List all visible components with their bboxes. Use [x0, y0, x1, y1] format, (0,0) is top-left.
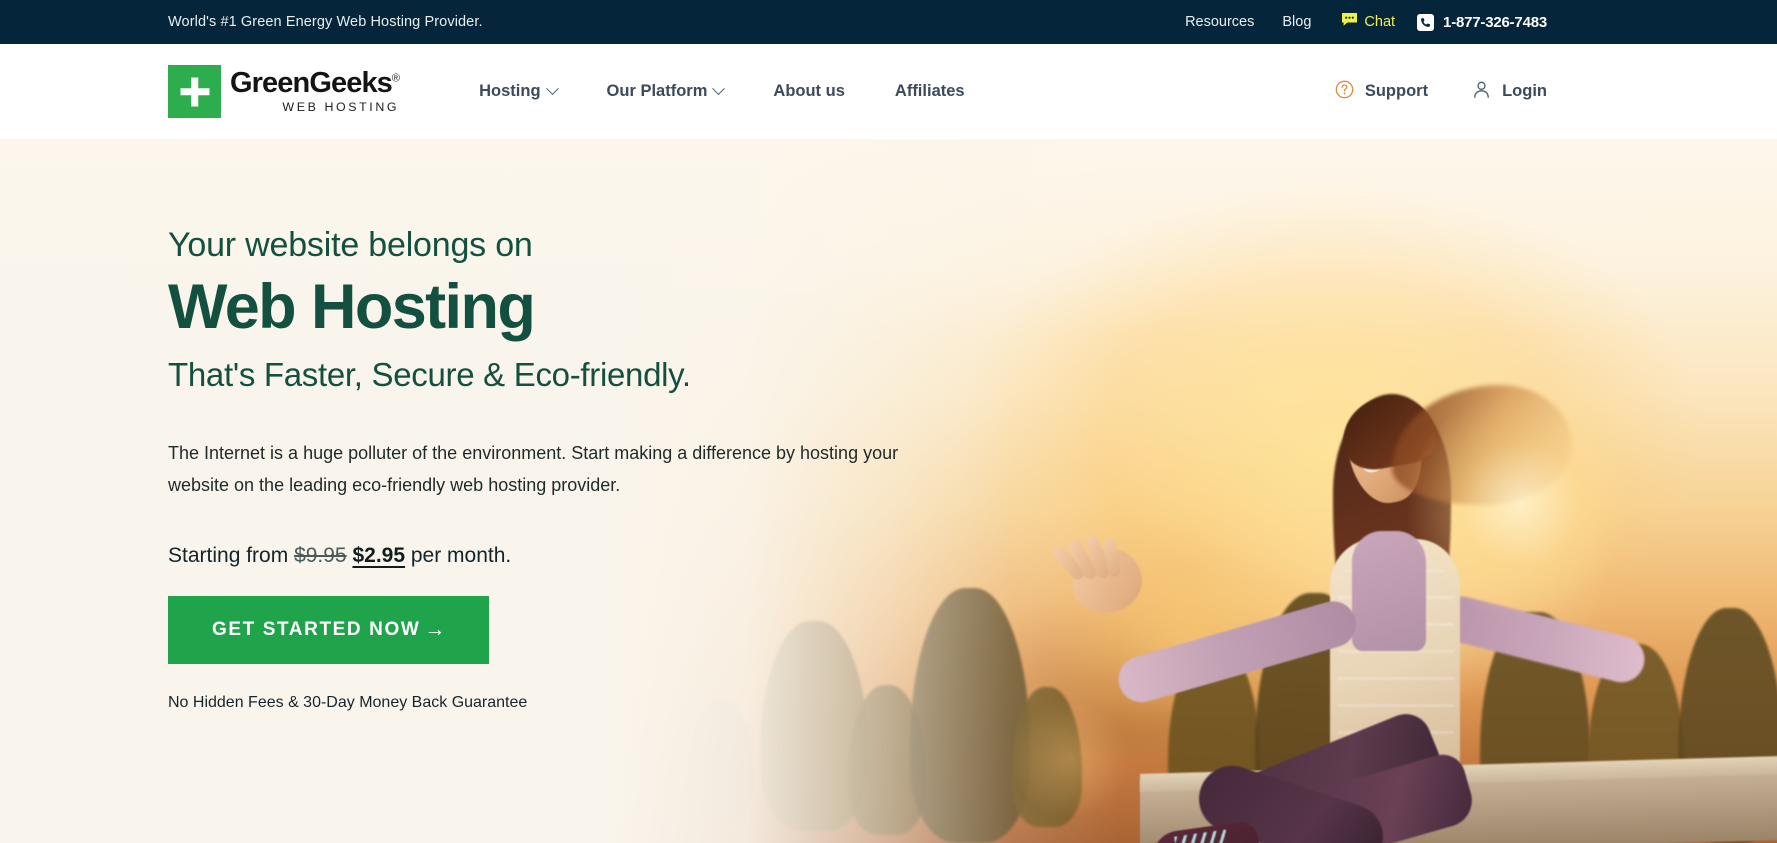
primary-nav: Hosting Our Platform About us Affiliates [454, 82, 989, 101]
topbar-link-resources[interactable]: Resources [1171, 14, 1268, 30]
nav-item-hosting[interactable]: Hosting [454, 82, 581, 101]
old-price: $9.95 [294, 543, 347, 567]
phone-icon [1417, 13, 1435, 31]
logo-word-geeks: Geeks [309, 67, 392, 100]
nav-item-about-us[interactable]: About us [748, 82, 870, 101]
page-title: Web Hosting [168, 272, 536, 343]
navbar-right: Support Login [1313, 80, 1547, 104]
hero-eyebrow: Your website belongs on [168, 226, 533, 264]
green-plus-icon [168, 65, 221, 118]
hero-copy: Your website belongs on Web Hosting That… [168, 226, 988, 712]
chat-link[interactable]: Chat [1325, 12, 1405, 32]
topbar-inner: World's #1 Green Energy Web Hosting Prov… [0, 12, 1777, 32]
pricing-prefix: Starting from [168, 543, 289, 567]
nav-label-about-us: About us [773, 82, 845, 100]
chat-bubble-icon [1341, 12, 1358, 32]
user-icon [1472, 80, 1491, 104]
topbar-tagline: World's #1 Green Energy Web Hosting Prov… [168, 14, 483, 30]
nav-item-our-platform[interactable]: Our Platform [582, 82, 749, 101]
chat-label: Chat [1364, 14, 1396, 30]
login-label: Login [1502, 82, 1547, 100]
topbar-right-links: Resources Blog Chat 1-877-326-7483 [1171, 12, 1547, 32]
pricing-suffix: per month. [410, 543, 512, 567]
hero-description: The Internet is a huge polluter of the e… [168, 442, 899, 495]
phone-number: 1-877-326-7483 [1443, 13, 1547, 31]
nav-label-affiliates: Affiliates [894, 82, 965, 100]
chevron-down-icon [545, 82, 559, 96]
new-price: $2.95 [352, 543, 406, 567]
hero-section: Your website belongs on Web Hosting That… [0, 139, 1777, 843]
nav-label-our-platform: Our Platform [606, 82, 708, 100]
main-navbar: GreenGeeks® WEB HOSTING Hosting Our Plat… [0, 44, 1777, 139]
logo-word-green: Green [230, 67, 310, 100]
logo-text: GreenGeeks® WEB HOSTING [230, 67, 400, 115]
navbar-left: GreenGeeks® WEB HOSTING Hosting Our Plat… [168, 65, 1313, 118]
topbar-link-blog[interactable]: Blog [1268, 14, 1325, 30]
logo-wordmark: GreenGeeks® [230, 67, 400, 100]
nav-label-hosting: Hosting [479, 82, 541, 100]
question-circle-icon [1335, 80, 1354, 104]
get-started-button[interactable]: GET STARTED NOW → [168, 595, 489, 664]
site-logo[interactable]: GreenGeeks® WEB HOSTING [168, 65, 400, 118]
support-link[interactable]: Support [1313, 80, 1450, 104]
chevron-down-icon [712, 82, 726, 96]
arrow-right-icon: → [424, 617, 447, 641]
hero-pricing: Starting from $9.95 $2.95 per month. [168, 544, 988, 568]
login-link[interactable]: Login [1450, 80, 1547, 104]
hero-subhead: That's Faster, Secure & Eco-friendly. [168, 355, 691, 393]
guarantee-text: No Hidden Fees & 30-Day Money Back Guara… [168, 693, 528, 711]
logo-subtitle: WEB HOSTING [282, 100, 400, 115]
cta-label: GET STARTED NOW [212, 618, 421, 640]
phone-link[interactable]: 1-877-326-7483 [1405, 13, 1547, 31]
registered-mark: ® [391, 72, 400, 85]
utility-topbar: World's #1 Green Energy Web Hosting Prov… [0, 0, 1777, 44]
support-label: Support [1364, 82, 1429, 100]
nav-item-affiliates[interactable]: Affiliates [870, 82, 990, 101]
